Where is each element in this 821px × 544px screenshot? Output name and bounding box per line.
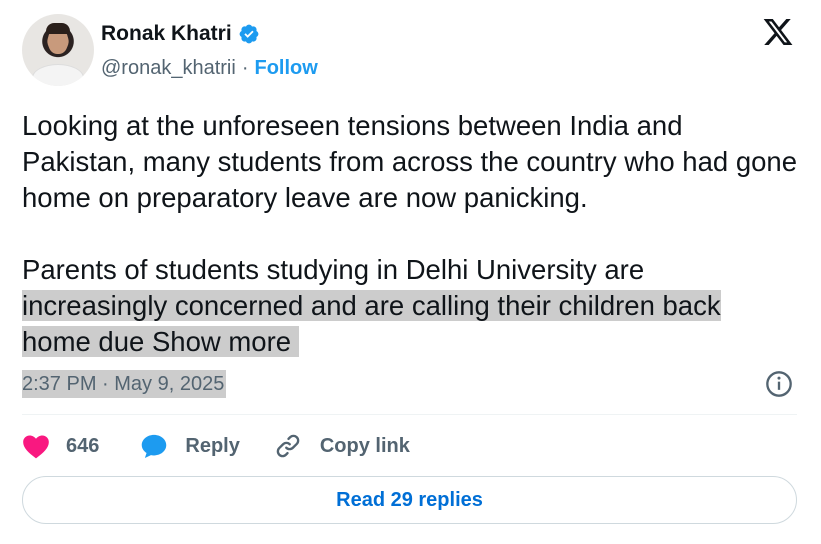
read-replies-button[interactable]: Read 29 replies (22, 476, 797, 524)
read-replies-label: Read 29 replies (336, 488, 483, 511)
tweet-paragraph-2-line-2: increasingly concerned and are calling t… (22, 290, 721, 321)
show-more-link[interactable]: Show more (152, 326, 291, 357)
like-button[interactable]: 646 (22, 433, 99, 459)
tweet-text: Looking at the unforeseen tensions betwe… (22, 108, 802, 360)
tweet-paragraph-2-line-3: home due (22, 326, 152, 357)
action-bar: 646 Reply Copy link (22, 428, 410, 464)
heart-icon (23, 435, 49, 459)
author-handle-row: @ronak_khatrii · Follow (101, 57, 318, 80)
follow-button[interactable]: Follow (254, 57, 317, 80)
verified-badge-icon (239, 24, 259, 44)
reply-label: Reply (185, 434, 240, 457)
avatar[interactable] (22, 14, 94, 86)
author-name-row: Ronak Khatri (101, 22, 260, 46)
separator-dot: · (241, 57, 249, 79)
tweet-timestamp[interactable]: 2:37 PM · May 9, 2025 (22, 370, 227, 398)
author-name[interactable]: Ronak Khatri (101, 22, 232, 46)
copy-link-button[interactable]: Copy link (274, 432, 410, 460)
tweet-paragraph-2-line-1: Parents of students studying in Delhi Un… (22, 254, 645, 285)
reply-button[interactable]: Reply (139, 432, 240, 460)
divider (22, 414, 797, 415)
tweet-paragraph-1: Looking at the unforeseen tensions betwe… (22, 110, 797, 213)
like-count: 646 (66, 434, 100, 457)
info-icon[interactable] (765, 370, 793, 398)
copy-link-label: Copy link (319, 434, 410, 457)
tweet-embed-card: Ronak Khatri @ronak_khatrii · Follow Loo… (0, 0, 821, 544)
reply-bubble-icon (142, 434, 167, 459)
link-icon (276, 434, 300, 458)
x-logo-icon[interactable] (761, 16, 795, 48)
author-handle[interactable]: @ronak_khatrii (101, 57, 236, 80)
